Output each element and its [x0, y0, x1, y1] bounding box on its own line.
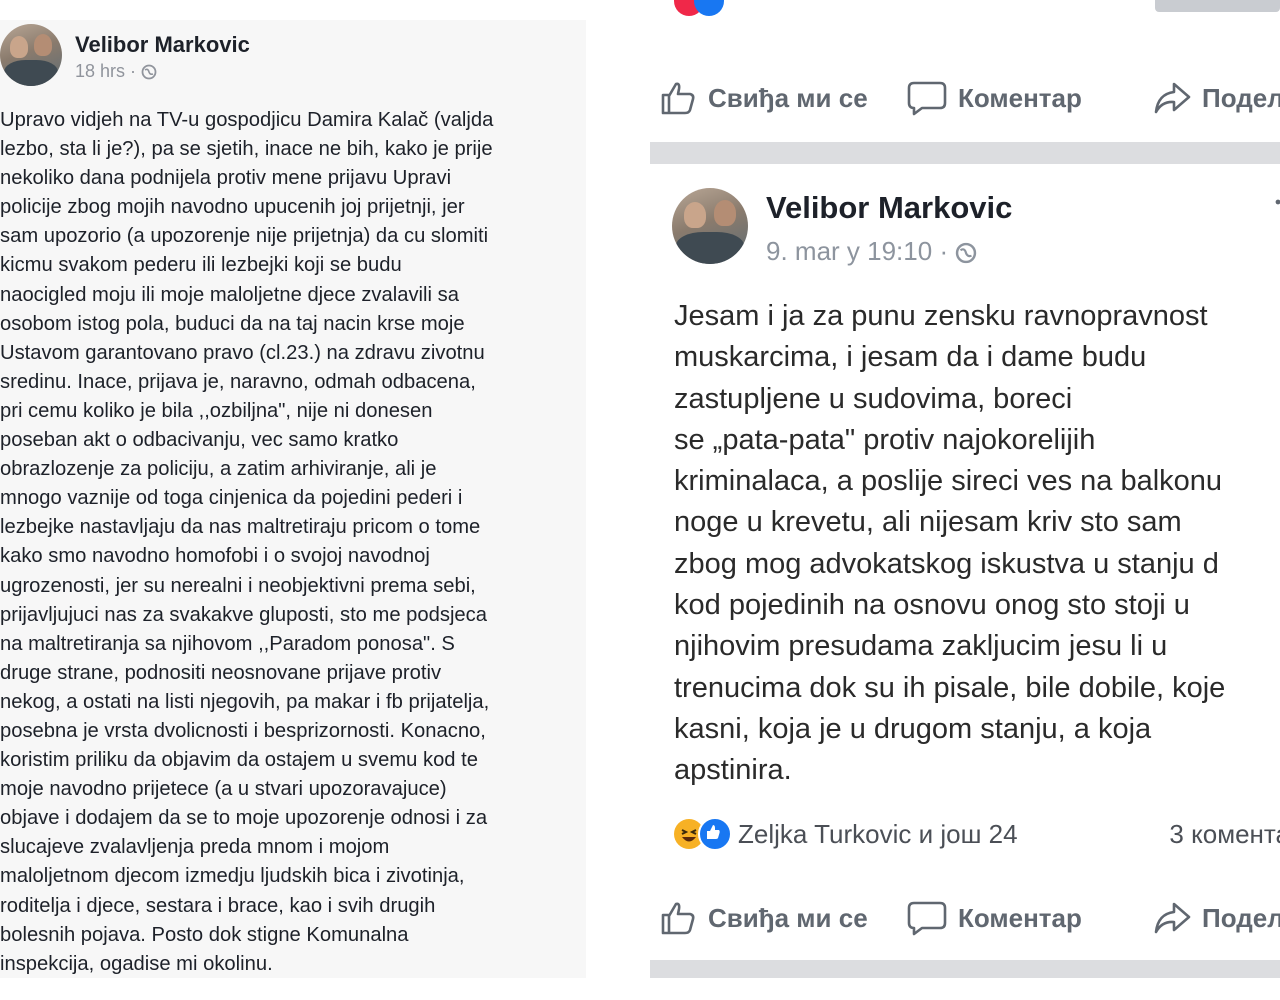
author-name[interactable]: Velibor Markovic [75, 32, 250, 58]
post-meta: 18 hrs · [75, 61, 157, 82]
post-body: Jesam i ja za punu zensku ravnopravnost m… [674, 296, 1225, 792]
post-text-line: slucajeve zvalavljenja preda mnom i mojo… [0, 836, 390, 859]
share-label: Подел [1202, 82, 1280, 113]
post-text-line: prijavljujuci nas za svakakve gluposti, … [0, 603, 487, 626]
comment-label: Коментар [958, 902, 1082, 933]
post-text-line: nekoliko dana podnijela protiv mene prij… [0, 167, 452, 190]
post-text-line: Jesam i ja za punu zensku ravnopravnost [674, 300, 1208, 332]
post-text-line: inspekcija, ogadise mi okolinu. [0, 952, 273, 975]
globe-icon [141, 64, 157, 80]
bottom-action-bar: Свиђа ми се Коментар Подел [650, 888, 1280, 948]
post-text-line: lezbo, sta li je?), pa se sjetih, inace … [0, 138, 493, 161]
meta-separator: · [939, 236, 949, 266]
share-button[interactable]: Подел [1152, 888, 1280, 948]
post-text-line: moje navodno prijetece (a u stvari upozo… [0, 778, 447, 801]
post-text-line: lezbejke nastavljaju da nas maltretiraju… [0, 516, 481, 539]
post-text-line: kriminalaca, a poslije sireci ves na bal… [674, 465, 1223, 498]
share-button[interactable]: Подел [1152, 68, 1280, 128]
post-text-line: druge strane, podnositi neosnovane prija… [0, 661, 442, 684]
post-text-line: njihovim presudama zakljucim jesu li u [674, 630, 1168, 663]
post-text-line: Ustavom garantovano pravo (cl.23.) na zd… [0, 341, 485, 364]
post-text-line: na maltretiranja sa njihovom ,,Paradom p… [0, 632, 455, 655]
post-text-line: sredinu. Inace, prijava je, naravno, odm… [0, 370, 476, 393]
right-post-screenshot: Свиђа ми се Коментар Подел Velibor Marko… [650, 0, 1280, 1000]
post-text-line: kod pojedinih na osnovu onog sto stoji u [674, 589, 1190, 622]
top-reactions-partial [674, 0, 724, 16]
like-label: Свиђа ми се [708, 902, 868, 933]
post-text-line: osobom istog pola, buduci da na taj naci… [0, 312, 465, 335]
post-text-line: roditelja i djece, sestara i brace, kao … [0, 894, 436, 917]
comment-button[interactable]: Коментар [906, 888, 1082, 948]
post-text-line: zbog mog advokatskog iskustva u stanju d [674, 547, 1219, 580]
post-text-line: kako smo navodno homofobi i o svojoj nav… [0, 545, 430, 568]
post-text-line: kicmu svakom pederu ili lezbejki koji se… [0, 254, 402, 277]
post-text-line: pri cemu koliko je bila ,,ozbiljna", nij… [0, 399, 433, 422]
post-text-line: se „pata-pata" protiv najokorelijih [674, 423, 1096, 456]
like-label: Свиђа ми се [708, 82, 868, 113]
more-options-icon[interactable] [1270, 198, 1280, 220]
author-name[interactable]: Velibor Markovic [766, 190, 1012, 226]
thumbs-up-icon [661, 82, 695, 115]
share-icon [1154, 902, 1191, 934]
thumbs-up-icon [661, 902, 695, 935]
post-text-line: obrazlozenje za policiju, a zatim arhivi… [0, 458, 437, 481]
author-avatar[interactable] [0, 24, 62, 86]
comment-icon [907, 901, 947, 936]
like-button[interactable]: Свиђа ми се [658, 888, 868, 948]
post-text-line: apstinira. [674, 754, 792, 787]
top-comments-partial [1155, 0, 1280, 12]
share-label: Подел [1202, 902, 1280, 933]
globe-icon [956, 242, 977, 264]
post-text-line: muskarcima, i jesam da i dame budu [674, 341, 1147, 374]
post-text-line: kasni, koja je u drugom stanju, a koja [674, 712, 1152, 745]
comments-count-link[interactable]: 3 комента [1169, 812, 1280, 856]
post-text-line: objave i dodajem da se to moje upozorenj… [0, 807, 488, 830]
post-text-line: koristim priliku da objavim da ostajem u… [0, 749, 478, 772]
post-text-line: policije zbog mojih navodno upucenih joj… [0, 196, 465, 219]
post-body: Upravo vidjeh na TV-u gospodjicu Damira … [0, 106, 493, 978]
post-text-line: zastupljene u sudovima, boreci [674, 382, 1073, 415]
post-text-line: bolesnih pojava. Posto dok stigne Komuna… [0, 923, 409, 946]
left-post-screenshot: Velibor Markovic 18 hrs · Upravo vidjeh … [0, 20, 586, 978]
post-text-line: poseban akt o odbacivanju, vec samo krat… [0, 429, 399, 452]
post-text-line: trenucima dok su ih pisale, bile dobile,… [674, 671, 1226, 704]
like-button[interactable]: Свиђа ми се [658, 68, 868, 128]
post-time[interactable]: 9. mar у 19:10 [766, 236, 932, 266]
comment-icon [907, 81, 947, 116]
post-divider-bottom [650, 960, 1280, 978]
post-text-line: sam upozorio (a upozorenje nije prijetnj… [0, 225, 489, 248]
comment-button[interactable]: Коментар [906, 68, 1082, 128]
comment-label: Коментар [958, 82, 1082, 113]
reactions-summary[interactable]: Zeljka Turkovic и још 24 [674, 812, 1018, 856]
top-action-bar: Свиђа ми се Коментар Подел [650, 68, 1280, 128]
post-text-line: nekog, a ostati na listi njegovih, pa ma… [0, 690, 490, 713]
author-avatar[interactable] [672, 188, 748, 264]
post-text-line: noge u krevetu, ali nijesam kriv sto sam [674, 506, 1182, 539]
post-text-line: mnogo vaznije od toga cinjenica da pojed… [0, 487, 463, 510]
post-text-line: Upravo vidjeh na TV-u gospodjicu Damira … [0, 109, 494, 131]
post-divider [650, 142, 1280, 164]
post-text-line: maloljetnom djecom izmedju ljudskih bica… [0, 865, 465, 888]
post-meta: 9. mar у 19:10 · [766, 236, 977, 267]
post-text-line: ugrozenosti, jer su nerealni i neobjekti… [0, 574, 476, 597]
like-reaction-icon [698, 817, 732, 851]
post-text-line: naocigled moju ili moje maloljetne djece… [0, 283, 459, 306]
reactions-names: Zeljka Turkovic и још 24 [738, 818, 1018, 849]
post-text-line: posebna je vrsta dvolicnosti i besprizor… [0, 719, 486, 742]
share-icon [1154, 82, 1191, 114]
meta-separator: · [130, 61, 137, 81]
post-time[interactable]: 18 hrs [75, 61, 125, 81]
